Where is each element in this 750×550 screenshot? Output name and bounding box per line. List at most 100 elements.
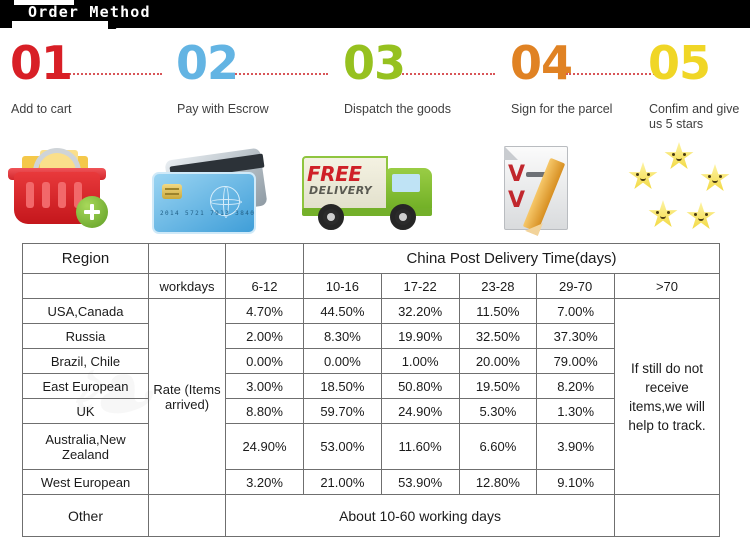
row-value: 24.90% — [225, 423, 304, 470]
banner-highlight-bar — [12, 21, 116, 29]
header-blank-workdays — [148, 243, 226, 274]
row-value: 53.90% — [380, 469, 460, 495]
step-number: 02 — [176, 36, 239, 90]
row-value: 0.00% — [225, 348, 304, 374]
row-value: 59.70% — [303, 398, 382, 424]
row-value: 4.70% — [225, 298, 304, 324]
steps-strip: 01 Add to cart 02 Pay with Escrow 03 Dis… — [0, 34, 750, 144]
row-value: 1.00% — [380, 348, 460, 374]
row-value: 8.30% — [303, 323, 382, 349]
star-mouth — [676, 158, 682, 161]
truck-free-text: FREE — [307, 162, 362, 186]
row-region: East European — [22, 373, 149, 399]
other-blank-last — [614, 494, 720, 537]
subheader-range-29-70: 29-70 — [536, 273, 615, 299]
row-value: 11.50% — [458, 298, 538, 324]
step-05: 05 Confim and give us 5 stars — [640, 34, 750, 144]
banner-highlight-corner — [108, 21, 122, 29]
step-number: 01 — [10, 36, 73, 90]
row-value: 18.50% — [303, 373, 382, 399]
row-value: 2.00% — [225, 323, 304, 349]
table-row-other: Other About 10-60 working days — [22, 494, 720, 537]
row-region: Australia,New Zealand — [22, 423, 149, 470]
star-eyes — [671, 153, 687, 156]
subheader-blank-region — [22, 273, 149, 299]
row-region: USA,Canada — [22, 298, 149, 324]
row-value: 5.30% — [458, 398, 538, 424]
shipping-time-table: Region China Post Delivery Time(days) wo… — [22, 243, 720, 537]
row-value: 44.50% — [303, 298, 382, 324]
five-stars-icon — [620, 138, 750, 238]
row-value: 32.20% — [380, 298, 460, 324]
subheader-range-10-16: 10-16 — [303, 273, 382, 299]
credit-card-icon: 2014 5721 7913 3840 — [140, 138, 290, 238]
basket-slot — [42, 182, 50, 208]
row-region: Brazil, Chile — [22, 348, 149, 374]
step-01: 01 Add to cart — [2, 34, 152, 144]
free-delivery-truck-icon: FREE DELIVERY — [296, 138, 446, 238]
card-number: 2014 5721 7913 3840 — [160, 210, 256, 217]
signed-document-pencil-icon: V V — [478, 138, 628, 238]
star-icon — [648, 200, 678, 227]
star-icon — [700, 164, 730, 191]
row-value: 3.00% — [225, 373, 304, 399]
star-eyes — [693, 213, 709, 216]
row-value: 1.30% — [536, 398, 615, 424]
step-label: Sign for the parcel — [511, 102, 613, 116]
shopping-basket-add-icon — [0, 138, 150, 238]
row-region-other: Other — [22, 494, 149, 537]
star-mouth — [712, 180, 718, 183]
step-number: 03 — [343, 36, 406, 90]
row-value: 24.90% — [380, 398, 460, 424]
star-eyes — [707, 175, 723, 178]
step-label: Confim and give us 5 stars — [649, 102, 740, 131]
subheader-workdays: workdays — [148, 273, 226, 299]
row-value: 21.00% — [303, 469, 382, 495]
row-value: 50.80% — [380, 373, 460, 399]
card-chip-icon — [162, 184, 182, 199]
star-icon — [686, 202, 716, 229]
step-label: Dispatch the goods — [344, 102, 452, 116]
row-value: 8.80% — [225, 398, 304, 424]
truck-window — [392, 174, 420, 192]
other-note: About 10-60 working days — [225, 494, 615, 537]
star-eyes — [635, 173, 651, 176]
row-value: 32.50% — [458, 323, 538, 349]
other-blank-workdays — [148, 494, 226, 537]
step-number: 04 — [510, 36, 573, 90]
truck-delivery-text: DELIVERY — [309, 184, 373, 197]
plus-badge-icon — [76, 196, 108, 228]
row-value: 0.00% — [303, 348, 382, 374]
truck-wheel — [318, 204, 344, 230]
header-china-post-delivery-time: China Post Delivery Time(days) — [303, 243, 720, 274]
rate-items-arrived-label: Rate (Items arrived) — [148, 298, 226, 495]
header-blank-first-range — [225, 243, 304, 274]
row-region: Russia — [22, 323, 149, 349]
checkmark-icon: V — [508, 162, 526, 187]
row-value: 19.50% — [458, 373, 538, 399]
table-subheader-row: workdays 6-12 10-16 17-22 23-28 29-70 >7… — [22, 273, 720, 299]
star-mouth — [660, 216, 666, 219]
track-note-cell: If still do not receive items,we will he… — [614, 298, 720, 495]
row-value: 53.00% — [303, 423, 382, 470]
step-number: 05 — [648, 36, 711, 90]
row-value: 7.00% — [536, 298, 615, 324]
row-value: 19.90% — [380, 323, 460, 349]
step-label: Pay with Escrow — [177, 102, 269, 116]
truck-wheel — [390, 204, 416, 230]
step-04: 04 Sign for the parcel — [502, 34, 652, 144]
subheader-range-17-22: 17-22 — [380, 273, 460, 299]
order-method-page: Order Method 01 Add to cart 02 Pay with … — [0, 0, 750, 550]
row-value: 12.80% — [458, 469, 538, 495]
order-method-banner: Order Method — [0, 0, 750, 29]
row-value: 3.90% — [536, 423, 615, 470]
row-value: 20.00% — [458, 348, 538, 374]
star-mouth — [698, 218, 704, 221]
subheader-range-6-12: 6-12 — [225, 273, 304, 299]
header-region: Region — [22, 243, 149, 274]
row-value: 3.20% — [225, 469, 304, 495]
row-value: 79.00% — [536, 348, 615, 374]
checkmark-icon: V — [508, 188, 526, 213]
step-03: 03 Dispatch the goods — [335, 34, 485, 144]
basket-slot — [26, 182, 34, 208]
